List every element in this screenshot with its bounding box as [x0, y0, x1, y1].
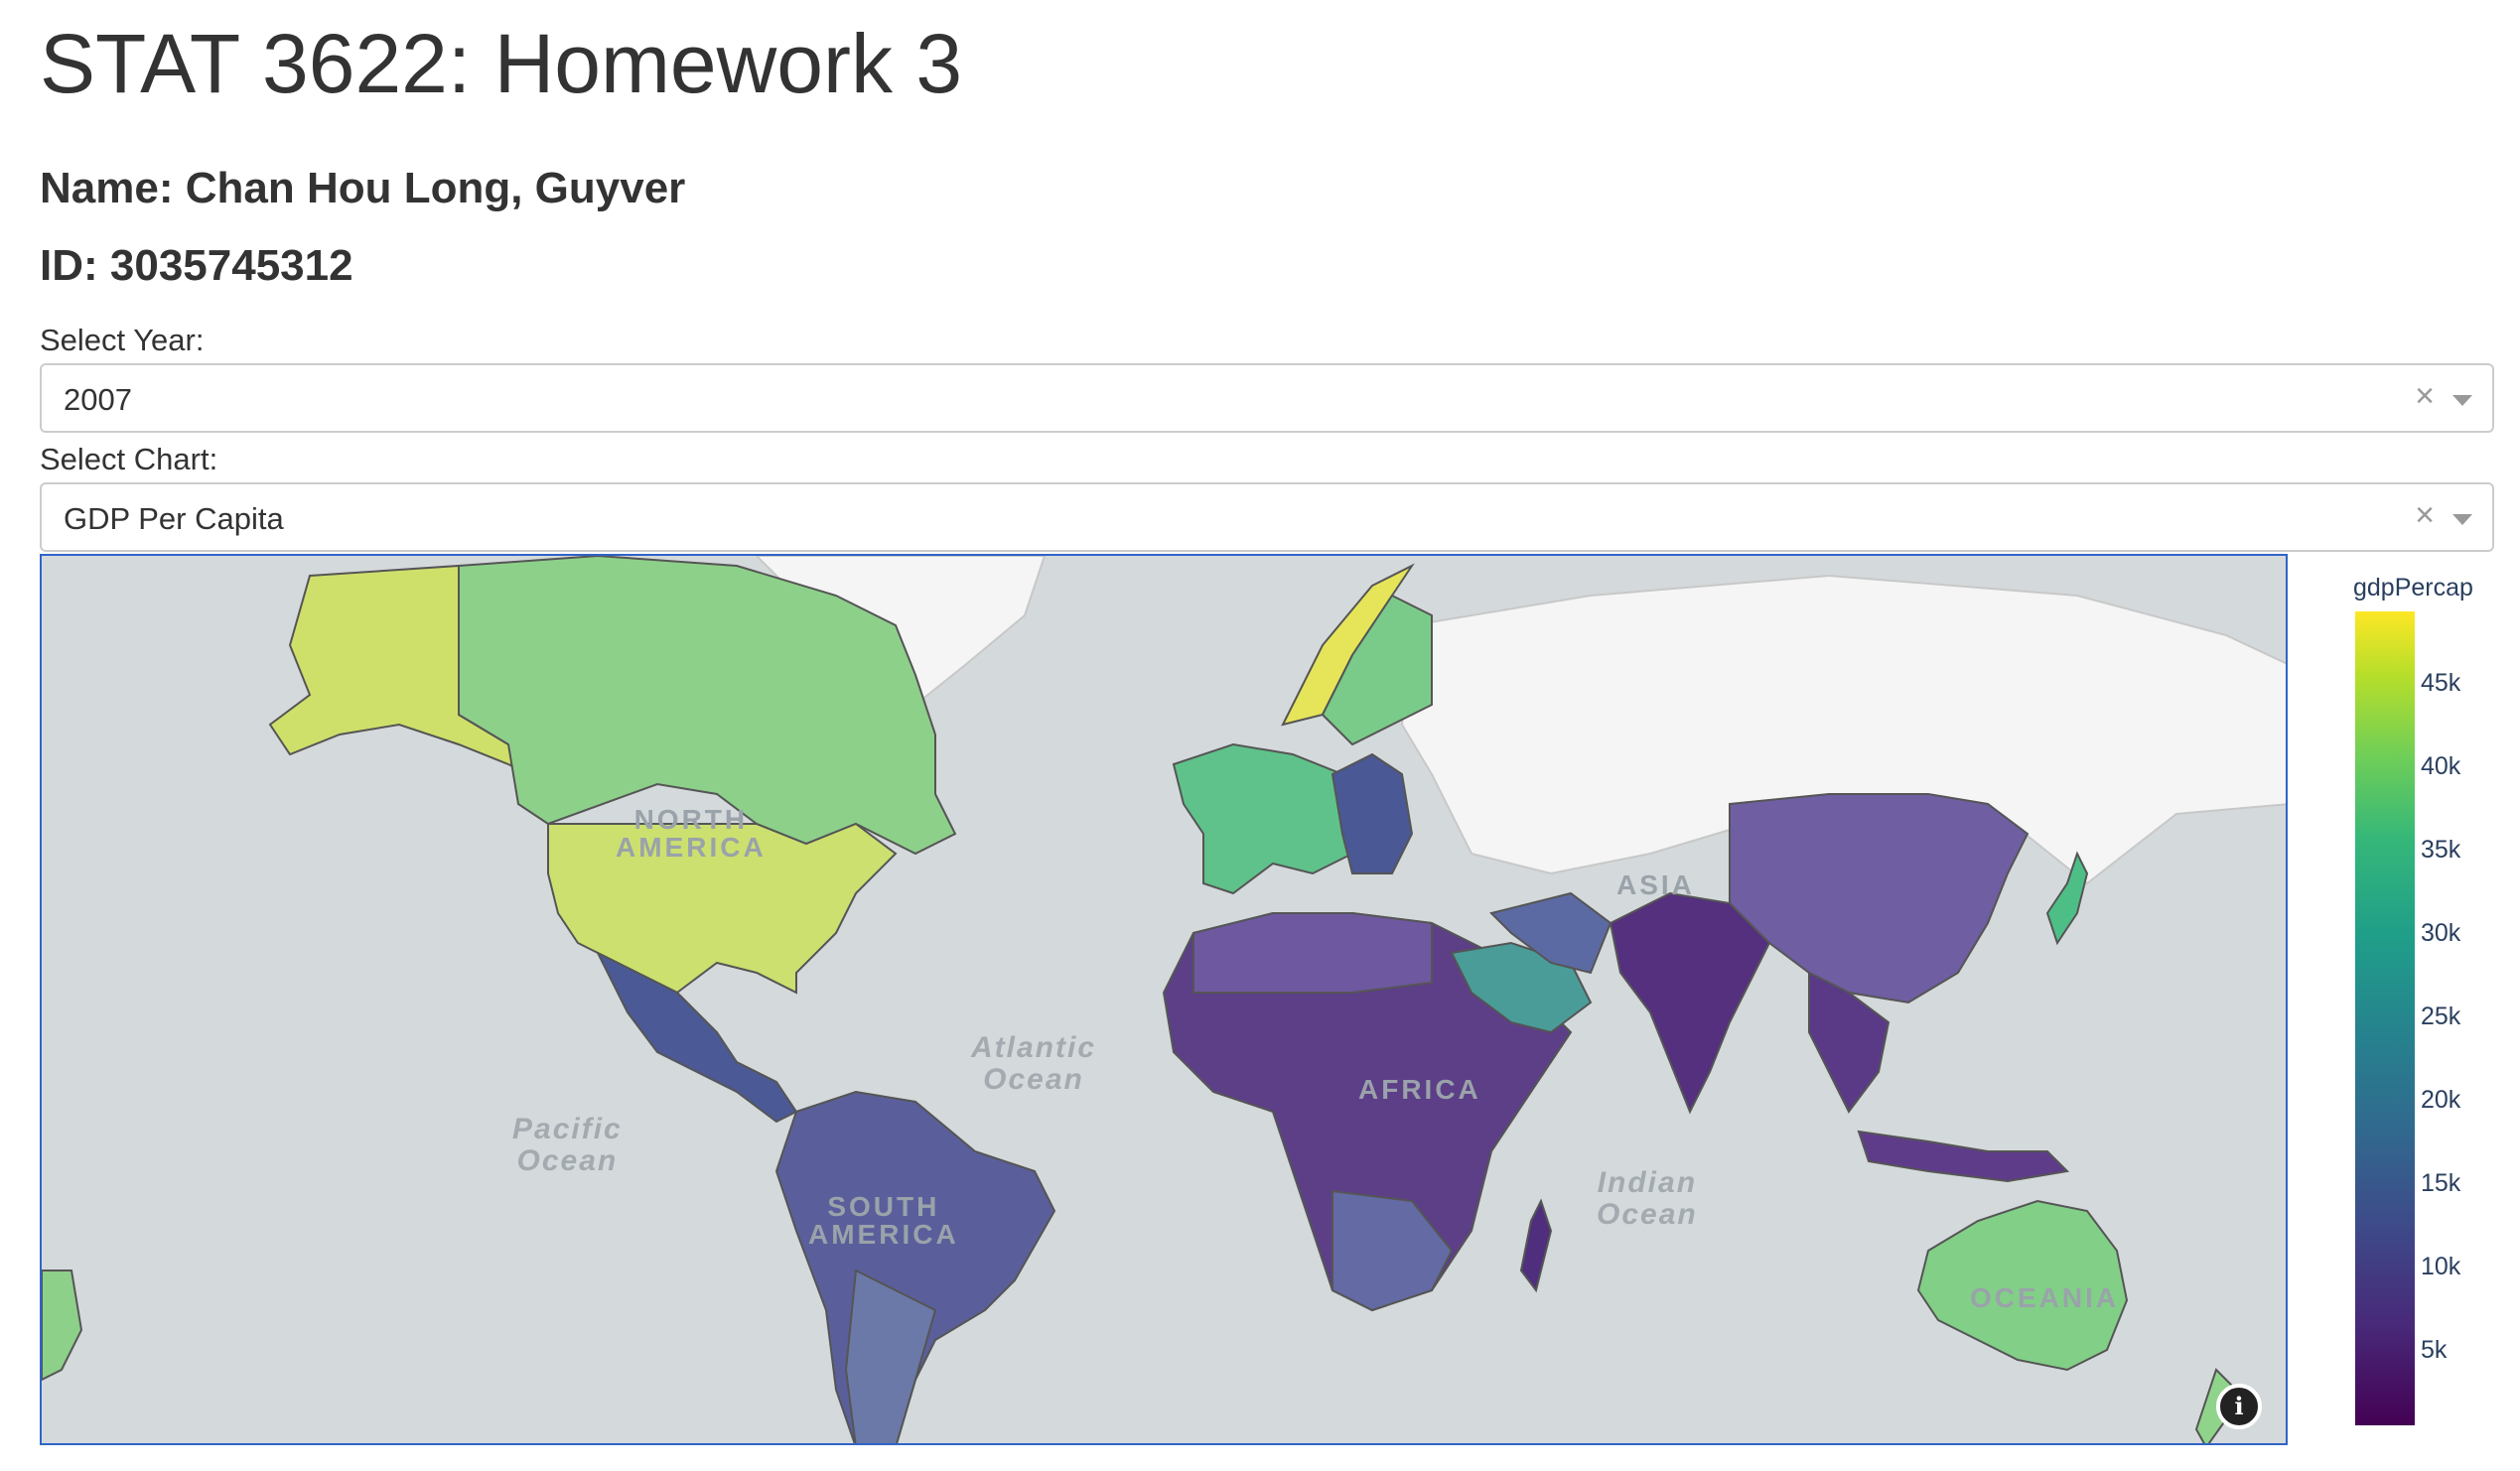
colorbar-tick-5k: 5k [2421, 1336, 2448, 1364]
year-dropdown[interactable]: 2007 × [40, 363, 2494, 433]
colorbar-tick-30k: 30k [2421, 919, 2461, 947]
colorbar-tick-35k: 35k [2421, 836, 2461, 864]
year-clear-icon[interactable]: × [2415, 379, 2435, 413]
colorbar-tick-10k: 10k [2421, 1253, 2461, 1280]
pacific-ocean-label: Pacific Ocean [512, 1113, 623, 1177]
year-dropdown-value: 2007 [64, 382, 132, 417]
atlantic-ocean-label: Atlantic Ocean [971, 1031, 1097, 1096]
chart-clear-icon[interactable]: × [2415, 498, 2435, 532]
colorbar-tick-15k: 15k [2421, 1169, 2461, 1197]
chart-dropdown[interactable]: GDP Per Capita × [40, 482, 2494, 552]
north-africa-shape[interactable] [1192, 912, 1433, 994]
info-icon[interactable]: i [2216, 1384, 2262, 1429]
colorbar-tick-20k: 20k [2421, 1086, 2461, 1114]
chart-chevron-down-icon[interactable] [2452, 514, 2472, 525]
indian-ocean-label: Indian Ocean [1597, 1166, 1698, 1231]
north-america-label: NORTH AMERICA [616, 804, 767, 863]
colorbar [2355, 611, 2415, 1425]
colorbar-tick-25k: 25k [2421, 1003, 2461, 1030]
south-asia-shape[interactable] [1609, 891, 1771, 1115]
china-shape[interactable] [1729, 793, 2030, 1004]
year-chevron-down-icon[interactable] [2452, 395, 2472, 406]
oceania-label: OCEANIA [1970, 1282, 2120, 1313]
chart-dropdown-value: GDP Per Capita [64, 501, 284, 536]
south-america-shape[interactable] [774, 1090, 1056, 1445]
select-chart-label: Select Chart: [40, 442, 218, 476]
asia-label: ASIA [1616, 869, 1695, 900]
colorbar-tick-40k: 40k [2421, 752, 2461, 780]
madagascar-shape[interactable] [1519, 1198, 1553, 1293]
colorbar-title: gdpPercap [2353, 574, 2473, 602]
colorbar-tick-45k: 45k [2421, 669, 2461, 697]
map-canvas[interactable] [42, 556, 2288, 1445]
student-id: ID: 3035745312 [40, 241, 353, 290]
indonesia-shape[interactable] [1857, 1130, 2070, 1183]
select-year-label: Select Year: [40, 323, 205, 357]
student-name: Name: Chan Hou Long, Guyver [40, 164, 686, 212]
page-title: STAT 3622: Homework 3 [40, 17, 963, 110]
south-america-label: SOUTH AMERICA [808, 1191, 959, 1250]
choropleth-map[interactable]: NORTH AMERICA SOUTH AMERICA ASIA AFRICA … [40, 554, 2288, 1445]
left-edge-land-shape [42, 1270, 83, 1382]
africa-label: AFRICA [1358, 1074, 1481, 1105]
